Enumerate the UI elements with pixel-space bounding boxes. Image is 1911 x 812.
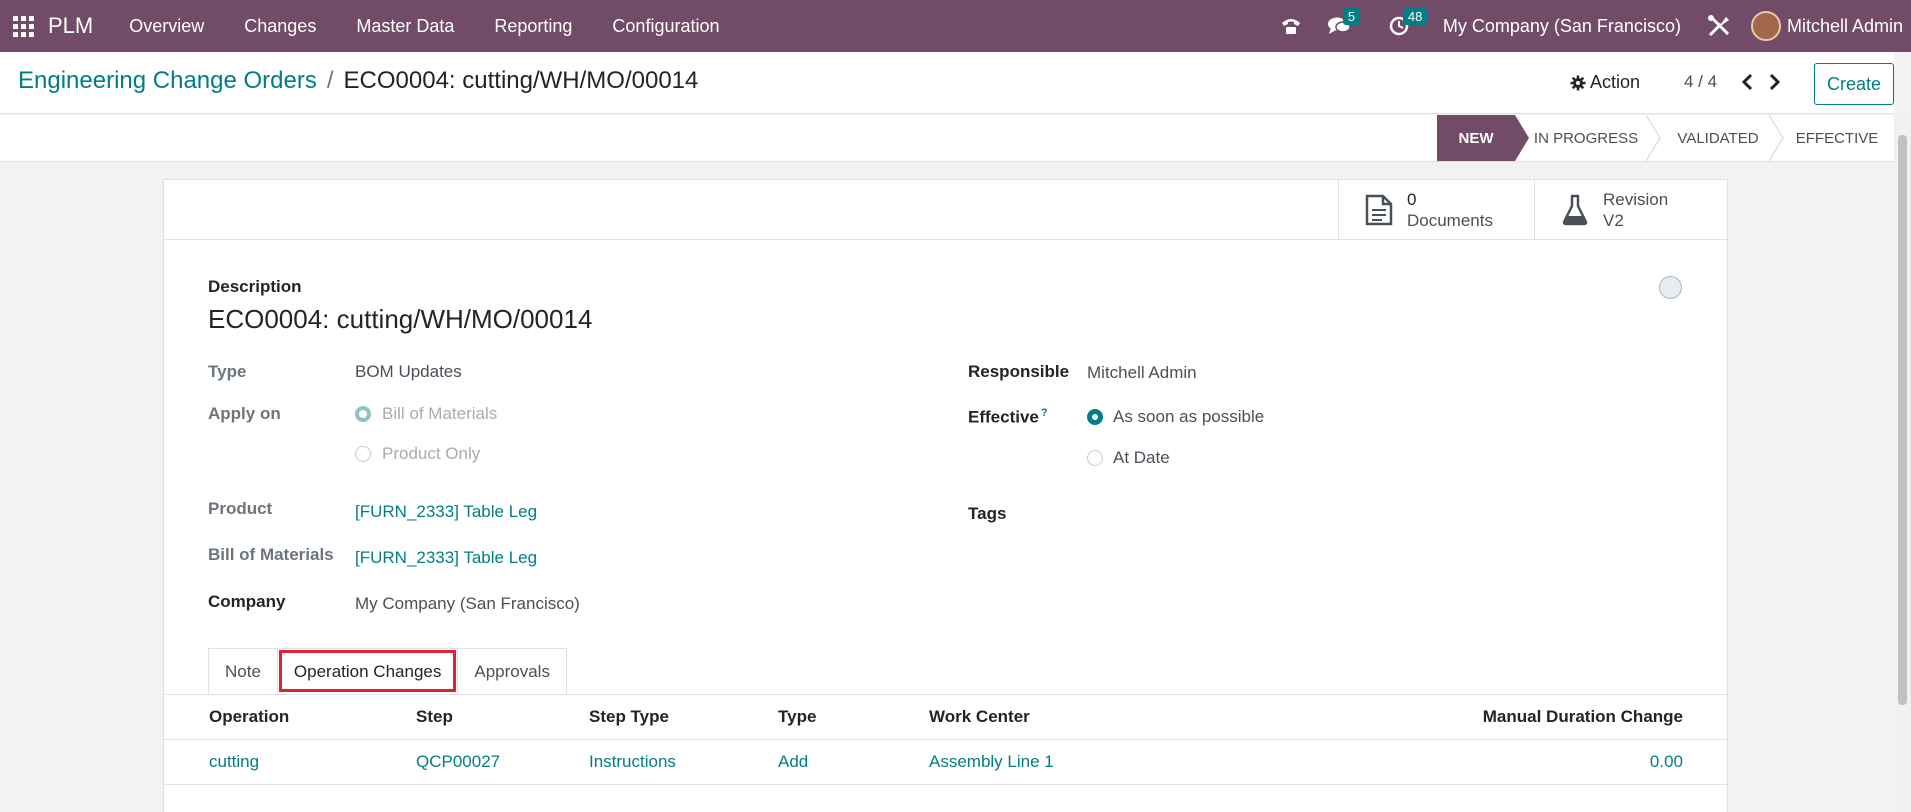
cell-step-type[interactable]: Instructions [589,752,676,772]
company-label: Company [208,592,286,611]
activity-clock-icon[interactable]: 48 [1379,0,1428,52]
column-header-type[interactable]: Type [778,707,816,727]
app-name[interactable]: PLM [48,13,93,39]
gear-icon [1570,75,1586,90]
control-panel: Engineering Change Orders / ECO0004: cut… [0,52,1894,114]
breadcrumb-parent-link[interactable]: Engineering Change Orders [18,67,317,95]
apply-on-product-radio[interactable] [355,446,371,462]
tab-note[interactable]: Note [208,648,278,694]
bom-label: Bill of Materials [208,545,334,564]
app-menu-icon[interactable] [12,15,34,37]
cell-operation[interactable]: cutting [209,752,259,772]
tab-approvals[interactable]: Approvals [457,648,567,694]
breadcrumb: Engineering Change Orders / ECO0004: cut… [18,67,698,95]
stage-arrow [1769,115,1784,161]
pager-previous-icon[interactable] [1737,70,1757,94]
user-menu[interactable]: Mitchell Admin [1787,16,1903,37]
apply-on-label: Apply on [208,404,281,423]
apply-on-bom-label: Bill of Materials [382,404,498,423]
smart-button-box: 0 Documents Revision V2 [164,180,1727,240]
effective-label-text: Effective [968,407,1039,427]
column-header-step-type[interactable]: Step Type [589,707,669,727]
documents-count: 0 [1407,189,1417,209]
apply-on-bom-radio[interactable] [355,406,371,422]
column-header-step[interactable]: Step [416,707,453,727]
user-avatar[interactable] [1750,11,1781,41]
revision-text: Revision V2 [1603,189,1668,231]
bom-link[interactable]: [FURN_2333] Table Leg [355,548,537,568]
cell-manual-duration[interactable]: 0.00 [1650,752,1683,772]
messages-icon[interactable]: 5 [1319,0,1361,52]
menu-reporting[interactable]: Reporting [474,16,592,37]
create-button[interactable]: Create [1814,63,1894,105]
tab-operation-changes[interactable]: Operation Changes [276,648,459,694]
revision-value: V2 [1603,210,1624,230]
top-navbar: PLM Overview Changes Master Data Reporti… [0,0,1911,52]
stage-effective[interactable]: EFFECTIVE [1787,115,1887,161]
main-menu: Overview Changes Master Data Reporting C… [109,16,739,37]
column-header-manual-duration[interactable]: Manual Duration Change [1483,707,1683,727]
tools-icon[interactable] [1699,0,1739,52]
description-label: Description [208,277,302,296]
type-label: Type [208,362,247,381]
document-icon [1359,194,1399,226]
phone-icon[interactable] [1271,0,1311,52]
column-header-work-center[interactable]: Work Center [929,707,1030,727]
status-bar: NEW IN PROGRESS VALIDATED EFFECTIVE [0,115,1894,162]
breadcrumb-current: ECO0004: cutting/WH/MO/00014 [343,67,699,94]
tags-label: Tags [968,504,1007,523]
scrollbar-thumb[interactable] [1898,135,1907,705]
action-label: Action [1590,72,1641,92]
navbar-systray: 5 48 My Company (San Francisco) Mitchell… [1271,0,1911,52]
stage-arrow [1515,115,1529,161]
apply-on-product-label: Product Only [382,444,481,463]
type-value[interactable]: BOM Updates [355,362,462,382]
documents-text: 0 Documents [1407,189,1493,231]
operation-changes-table: Operation Step Step Type Type Work Cente… [164,695,1727,785]
documents-smart-button[interactable]: 0 Documents [1338,180,1534,239]
responsible-value[interactable]: Mitchell Admin [1087,363,1197,383]
product-label: Product [208,499,273,518]
action-menu-button[interactable]: Action [1570,72,1640,93]
stage-new[interactable]: NEW [1437,115,1515,161]
responsible-label: Responsible [968,362,1070,381]
stage-in-progress[interactable]: IN PROGRESS [1531,115,1641,161]
revision-smart-button[interactable]: Revision V2 [1534,180,1729,239]
effective-asap-radio[interactable] [1087,409,1103,425]
activities-count-badge: 48 [1402,8,1428,25]
table-row[interactable]: cutting QCP00027 Instructions Add Assemb… [164,740,1727,785]
effective-asap-label: As soon as possible [1113,407,1265,426]
effective-at-date-label: At Date [1113,448,1170,467]
revision-label: Revision [1603,189,1669,209]
menu-master-data[interactable]: Master Data [336,16,474,37]
stage-arrow [1646,115,1661,161]
stage-validated[interactable]: VALIDATED [1668,115,1768,161]
pager-next-icon[interactable] [1765,70,1785,94]
cell-type[interactable]: Add [778,752,808,772]
cell-step[interactable]: QCP00027 [416,752,500,772]
flask-icon [1555,194,1595,226]
documents-label: Documents [1407,210,1493,230]
menu-changes[interactable]: Changes [224,16,336,37]
notebook-tabs: Note Operation Changes Approvals [208,648,567,694]
table-header: Operation Step Step Type Type Work Cente… [164,695,1727,740]
column-header-operation[interactable]: Operation [209,707,289,727]
effective-at-date-radio[interactable] [1087,450,1103,466]
pager-value[interactable]: 4 / 4 [1684,72,1717,92]
company-value[interactable]: My Company (San Francisco) [355,594,580,614]
kanban-state-indicator[interactable] [1659,276,1682,299]
product-link[interactable]: [FURN_2333] Table Leg [355,502,537,522]
page-scrollbar[interactable] [1894,115,1911,812]
effective-help-icon[interactable]: ? [1041,407,1048,419]
messages-count-badge: 5 [1342,8,1361,25]
eco-title[interactable]: ECO0004: cutting/WH/MO/00014 [208,304,592,335]
menu-overview[interactable]: Overview [109,16,224,37]
cell-work-center[interactable]: Assembly Line 1 [929,752,1054,772]
form-sheet: 0 Documents Revision V2 Description ECO0… [163,179,1728,812]
company-switcher[interactable]: My Company (San Francisco) [1443,16,1681,37]
menu-configuration[interactable]: Configuration [592,16,739,37]
effective-label: Effective? [968,407,1048,428]
breadcrumb-separator: / [326,67,334,94]
